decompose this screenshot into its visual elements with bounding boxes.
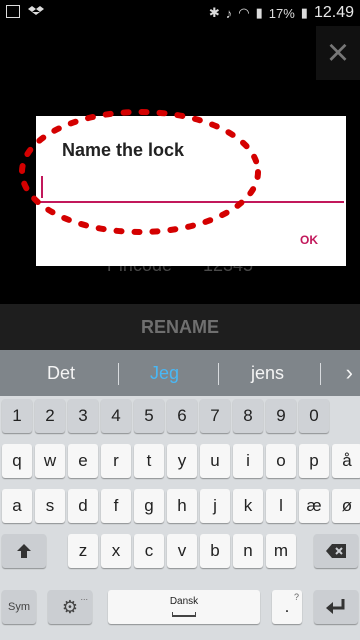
key-c[interactable]: c: [134, 534, 164, 568]
key-a-ring[interactable]: å: [332, 444, 360, 478]
close-icon[interactable]: ×: [316, 26, 360, 80]
gear-icon: ⚙: [61, 597, 79, 617]
dialog-title: Name the lock: [62, 140, 185, 160]
enter-icon[interactable]: [314, 590, 358, 624]
divider: [218, 363, 219, 385]
key-o[interactable]: o: [266, 444, 296, 478]
suggestion-bar: Det Jeg jens ›: [0, 350, 360, 396]
key-b[interactable]: b: [200, 534, 230, 568]
key-n[interactable]: n: [233, 534, 263, 568]
settings-hint: ...: [80, 592, 88, 602]
text-cursor: [41, 176, 43, 198]
suggestion-1[interactable]: Det: [47, 350, 75, 396]
key-m[interactable]: m: [266, 534, 296, 568]
letter-row-3: z x c v b n m: [0, 534, 360, 568]
name-lock-dialog: Name the lock OK: [36, 116, 346, 266]
key-e[interactable]: e: [68, 444, 98, 478]
key-t[interactable]: t: [134, 444, 164, 478]
backspace-icon[interactable]: [314, 534, 358, 568]
status-bar: ✱ ♪ ◠ ▮ 17% ▮ 12.49: [0, 0, 360, 26]
gallery-icon: [6, 5, 20, 18]
notification-icons: [6, 5, 44, 18]
bluetooth-icon: ✱: [208, 5, 220, 20]
letter-row-1: q w e r t y u i o p å: [0, 444, 360, 478]
space-bar[interactable]: Dansk: [108, 590, 260, 624]
key-a[interactable]: a: [2, 489, 32, 523]
system-status: ✱ ♪ ◠ ▮ 17% ▮ 12.49: [209, 4, 354, 22]
dropbox-icon: [28, 5, 44, 18]
key-v[interactable]: v: [167, 534, 197, 568]
key-u[interactable]: u: [200, 444, 230, 478]
battery-icon: ▮: [300, 5, 308, 20]
key-s[interactable]: s: [35, 489, 65, 523]
wifi-icon: ◠: [238, 5, 250, 20]
sym-key[interactable]: Sym: [2, 590, 36, 624]
shift-icon[interactable]: [2, 534, 46, 568]
key-o-slash[interactable]: ø: [332, 489, 360, 523]
bottom-row: Sym ... ⚙ Dansk ? .: [0, 590, 360, 624]
key-d[interactable]: d: [68, 489, 98, 523]
key-4[interactable]: 4: [101, 399, 131, 433]
letter-row-2: a s d f g h j k l æ ø: [0, 489, 360, 523]
period-label: .: [284, 597, 290, 616]
keyboard: Det Jeg jens › 1 2 3 4 5 6 7 8 9 0 q w e…: [0, 350, 360, 640]
period-hint: ?: [293, 592, 299, 602]
clock: 12.49: [313, 4, 354, 21]
period-key[interactable]: ? .: [272, 590, 302, 624]
key-0[interactable]: 0: [299, 399, 329, 433]
key-f[interactable]: f: [101, 489, 131, 523]
key-z[interactable]: z: [68, 534, 98, 568]
key-5[interactable]: 5: [134, 399, 164, 433]
key-ae[interactable]: æ: [299, 489, 329, 523]
key-w[interactable]: w: [35, 444, 65, 478]
key-7[interactable]: 7: [200, 399, 230, 433]
suggestion-2[interactable]: Jeg: [150, 350, 179, 396]
key-h[interactable]: h: [167, 489, 197, 523]
key-k[interactable]: k: [233, 489, 263, 523]
divider: [118, 363, 119, 385]
key-q[interactable]: q: [2, 444, 32, 478]
key-1[interactable]: 1: [2, 399, 32, 433]
mute-icon: ♪: [225, 5, 233, 21]
key-l[interactable]: l: [266, 489, 296, 523]
space-icon: [172, 612, 196, 617]
suggestion-3[interactable]: jens: [251, 350, 284, 396]
settings-key[interactable]: ... ⚙: [48, 590, 92, 624]
key-i[interactable]: i: [233, 444, 263, 478]
divider: [320, 363, 321, 385]
ok-button[interactable]: OK: [294, 232, 324, 248]
battery-percent: 17%: [268, 5, 295, 21]
key-8[interactable]: 8: [233, 399, 263, 433]
space-language-label: Dansk: [169, 596, 199, 607]
key-r[interactable]: r: [101, 444, 131, 478]
key-9[interactable]: 9: [266, 399, 296, 433]
key-j[interactable]: j: [200, 489, 230, 523]
chevron-right-icon[interactable]: ›: [346, 350, 353, 396]
key-6[interactable]: 6: [167, 399, 197, 433]
key-2[interactable]: 2: [35, 399, 65, 433]
number-row: 1 2 3 4 5 6 7 8 9 0: [0, 399, 360, 433]
key-3[interactable]: 3: [68, 399, 98, 433]
key-g[interactable]: g: [134, 489, 164, 523]
key-p[interactable]: p: [299, 444, 329, 478]
key-x[interactable]: x: [101, 534, 131, 568]
signal-icon: ▮: [255, 5, 263, 20]
lock-name-input[interactable]: [40, 173, 344, 203]
rename-button[interactable]: RENAME: [0, 304, 360, 350]
key-y[interactable]: y: [167, 444, 197, 478]
